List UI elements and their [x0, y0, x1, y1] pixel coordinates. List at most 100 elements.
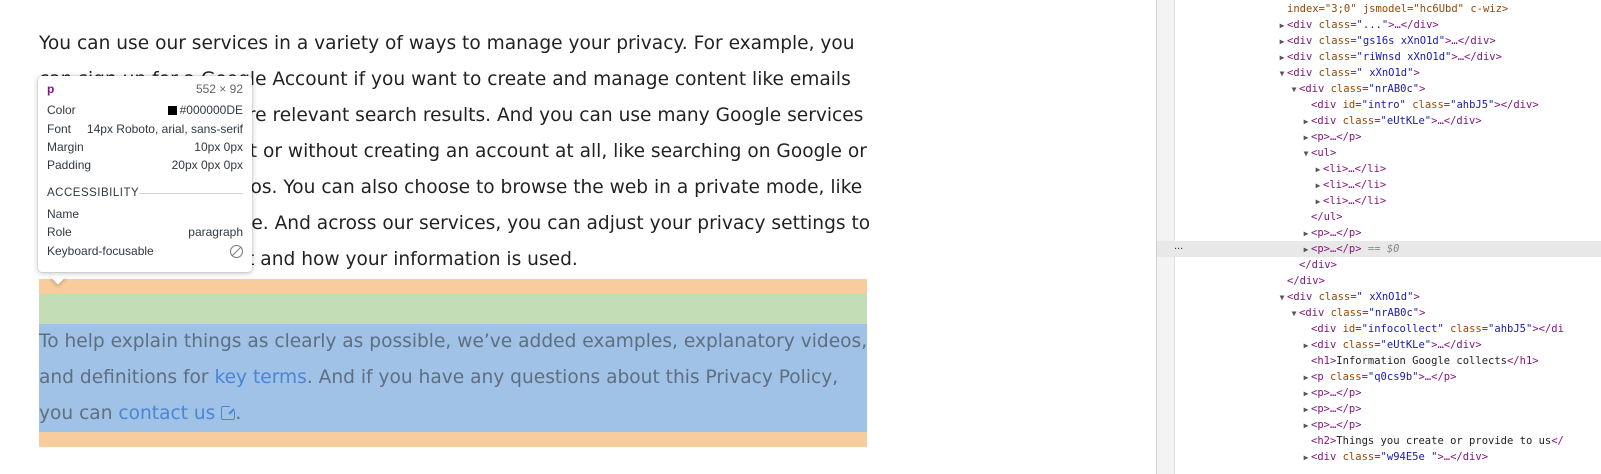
dom-node-row[interactable]: ▶ <p class="q0cs9b">…</p> [1157, 369, 1601, 385]
dom-node-row[interactable]: <h2>Things you create or provide to us</ [1157, 433, 1601, 449]
markup-token: ></div> [1494, 99, 1539, 111]
markup-token: "q0cs9b" [1367, 371, 1419, 383]
tooltip-name-row: Name [47, 205, 243, 223]
markup-token: >…</div> [1451, 51, 1502, 63]
markup-token: <div [1311, 99, 1343, 111]
dom-node-row[interactable]: ▶ <div class="w94E5e ">…</div> [1157, 449, 1601, 465]
markup-token: <p>…</p> [1311, 131, 1362, 143]
markup-token: </div> [1287, 275, 1325, 287]
dom-node-row[interactable]: </ul> [1157, 209, 1601, 225]
paragraph-line: To help explain things as clearly as pos… [39, 331, 868, 352]
dom-node-row[interactable]: <h1>Information Google collects</h1> [1157, 353, 1601, 369]
collapsed-triangle-icon[interactable]: ▶ [1301, 402, 1311, 417]
key-terms-link[interactable]: key terms [215, 367, 307, 388]
font-value: 14px Roboto, arial, sans-serif [86, 122, 243, 136]
color-value: #000000DE [167, 101, 243, 119]
dom-node-row[interactable]: ▶ <p>…</p> [1157, 385, 1601, 401]
expanded-triangle-icon[interactable]: ▼ [1277, 290, 1287, 305]
collapsed-triangle-icon[interactable]: ▶ [1277, 50, 1287, 65]
expanded-triangle-icon[interactable]: ▼ [1289, 82, 1299, 97]
element-tag: p [47, 82, 55, 96]
dom-node-row[interactable]: ▶ <p>…</p> [1157, 225, 1601, 241]
dom-node-row[interactable]: ▶ <li>…</li> [1157, 193, 1601, 209]
section-divider [139, 193, 243, 194]
collapsed-triangle-icon[interactable]: ▶ [1301, 130, 1311, 145]
more-options-icon[interactable]: ... [1174, 240, 1192, 252]
not-focusable-icon [230, 245, 243, 258]
dom-node-row[interactable]: ▶ <p>…</p> == $0 [1157, 241, 1601, 257]
accessibility-section-title: ACCESSIBILITY [47, 184, 243, 202]
markup-token: "nrAB0c" [1368, 83, 1420, 95]
markup-token: <li>…</li> [1323, 179, 1387, 191]
markup-token: class [1330, 83, 1363, 95]
markup-token: <p>…</p> [1311, 243, 1362, 255]
expanded-triangle-icon[interactable]: ▼ [1301, 146, 1311, 161]
dom-node-row[interactable]: ▶ <p>…</p> [1157, 401, 1601, 417]
expanded-triangle-icon[interactable]: ▼ [1277, 66, 1287, 81]
dom-node-row[interactable]: ▼ <div class="nrAB0c"> [1157, 81, 1601, 97]
dom-node-row[interactable]: <div id="intro" class="ahbJ5"></div> [1157, 97, 1601, 113]
dom-node-row[interactable]: ▼ <div class=" xXnO1d"> [1157, 289, 1601, 305]
dom-node-row[interactable]: </div> [1157, 257, 1601, 273]
markup-token: <p>…</p> [1311, 387, 1362, 399]
expanded-triangle-icon[interactable]: ▼ [1289, 306, 1299, 321]
padding-value: 20px 0px 0px [171, 158, 243, 172]
dom-node-row[interactable]: <div id="infocollect" class="ahbJ5"></di [1157, 321, 1601, 337]
dom-node-row[interactable]: ▶ <div class="gs16s xXnO1d">…</div> [1157, 33, 1601, 49]
collapsed-triangle-icon[interactable]: ▶ [1301, 338, 1311, 353]
markup-token: class [1329, 371, 1362, 383]
dom-node-row[interactable]: ▶ <p>…</p> [1157, 129, 1601, 145]
collapsed-triangle-icon[interactable]: ▶ [1301, 226, 1311, 241]
dom-node-row[interactable]: ▶ <li>…</li> [1157, 161, 1601, 177]
dom-node-row[interactable]: ▼ <div class="nrAB0c"> [1157, 305, 1601, 321]
markup-token: Information Google collects [1336, 355, 1507, 367]
markup-token: "nrAB0c" [1368, 307, 1420, 319]
collapsed-triangle-icon[interactable]: ▶ [1301, 114, 1311, 129]
markup-token: ></di [1532, 323, 1564, 335]
collapsed-triangle-icon[interactable]: ▶ [1301, 418, 1311, 433]
markup-token: </div> [1299, 259, 1337, 271]
markup-token: "..." [1356, 19, 1389, 31]
dom-node-row[interactable]: ▶ <div class="eUtKLe">…</div> [1157, 337, 1601, 353]
markup-token: "infocollect" [1361, 323, 1444, 335]
dom-node-row[interactable]: index="3;0" jsmodel="hc6Ubd" c-wiz> [1157, 1, 1601, 17]
contact-us-link[interactable]: contact us [118, 403, 215, 424]
markup-token: class [1318, 51, 1351, 63]
markup-token: >…</div> [1431, 115, 1482, 127]
margin-highlight-top [39, 279, 867, 294]
dom-node-row[interactable]: </div> [1157, 273, 1601, 289]
dom-node-row[interactable]: ▶ <p>…</p> [1157, 417, 1601, 433]
markup-token: > [1413, 291, 1420, 303]
collapsed-triangle-icon[interactable]: ▶ [1313, 194, 1323, 209]
collapsed-triangle-icon[interactable]: ▶ [1277, 18, 1287, 33]
markup-token: >…</div> [1431, 339, 1482, 351]
markup-token: " xXnO1d" [1356, 67, 1414, 79]
dom-node-row[interactable]: ▶ <div class="eUtKLe">…</div> [1157, 113, 1601, 129]
markup-token: "ahbJ5" [1488, 323, 1533, 335]
dom-node-row[interactable]: ▼ <ul> [1157, 145, 1601, 161]
dom-node-row[interactable]: ▶ <div class="riWnsd xXnO1d">…</div> [1157, 49, 1601, 65]
dom-node-row[interactable]: ▶ <div class="...">…</div> [1157, 17, 1601, 33]
tooltip-header: p 552 × 92 [47, 80, 243, 98]
markup-token: <p [1311, 371, 1330, 383]
dom-node-row[interactable]: ▼ <div class=" xXnO1d"> [1157, 65, 1601, 81]
markup-token: <div [1299, 307, 1331, 319]
collapsed-triangle-icon[interactable]: ▶ [1313, 162, 1323, 177]
accessibility-heading: ACCESSIBILITY [47, 187, 140, 199]
collapsed-triangle-icon[interactable]: ▶ [1301, 450, 1311, 465]
collapsed-triangle-icon[interactable]: ▶ [1301, 386, 1311, 401]
markup-token: <li>…</li> [1323, 195, 1387, 207]
inspected-paragraph[interactable]: To help explain things as clearly as pos… [39, 324, 868, 432]
markup-token: <div [1287, 291, 1319, 303]
padding-highlight [39, 294, 867, 324]
markup-token: <div [1287, 35, 1319, 47]
collapsed-triangle-icon[interactable]: ▶ [1313, 178, 1323, 193]
collapsed-triangle-icon[interactable]: ▶ [1301, 370, 1311, 385]
collapsed-triangle-icon[interactable]: ▶ [1301, 242, 1311, 257]
markup-token: == $0 [1361, 243, 1400, 255]
markup-token: <h1> [1311, 355, 1337, 367]
paragraph-text: you can [39, 403, 119, 424]
collapsed-triangle-icon[interactable]: ▶ [1277, 34, 1287, 49]
dom-node-row[interactable]: ▶ <li>…</li> [1157, 177, 1601, 193]
markup-token: <p>…</p> [1311, 227, 1362, 239]
